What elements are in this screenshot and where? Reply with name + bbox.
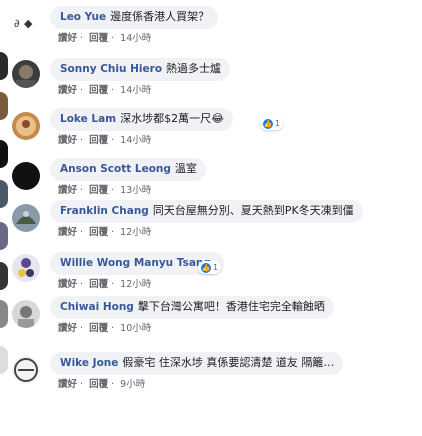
reply-link[interactable]: 回覆: [89, 279, 108, 290]
comment-actions: 讚好 · 回覆 · 10小時: [58, 323, 152, 334]
avatar-image: [18, 258, 34, 277]
comment-bubble: Chiwai Hong 擊下台灣公寓吧！香港住宅完全輸蝕晒: [50, 296, 334, 319]
comment-bubble: Wike Jone 假豪宅 住深水埗 真係要認清楚 道友 隔籬…: [50, 352, 344, 375]
comment-time[interactable]: 14小時: [120, 33, 151, 44]
comment-author[interactable]: Leo Yue: [60, 11, 106, 23]
reply-link[interactable]: 回覆: [89, 85, 108, 96]
comment-author[interactable]: Anson Scott Leong: [60, 163, 171, 175]
like-link[interactable]: 讚好: [58, 379, 77, 390]
avatar[interactable]: [12, 204, 40, 232]
reaction-count: 1: [213, 263, 219, 272]
avatar[interactable]: [12, 162, 40, 190]
avatar-image: [14, 358, 38, 382]
reply-link[interactable]: 回覆: [89, 227, 108, 238]
comment-actions: 讚好 · 回覆 · 13小時: [58, 185, 152, 196]
comment-time[interactable]: 12小時: [120, 279, 151, 290]
reply-link[interactable]: 回覆: [89, 135, 108, 146]
comment-thread: ∂ ◆ Leo Yue 邊度係香港人買架？ 讚好 · 回覆 · 14小時 Sonny …: [0, 0, 422, 436]
svg-text:∂: ∂: [14, 17, 20, 30]
comment-text: 溫室: [174, 162, 197, 175]
svg-text:◆: ◆: [24, 17, 33, 30]
avatar-image: [16, 211, 36, 224]
avatar[interactable]: ∂ ◆: [12, 10, 40, 38]
reaction-badge[interactable]: 👍 1: [198, 261, 222, 274]
comment-actions: 讚好 · 回覆 · 14小時: [58, 33, 152, 44]
comment-actions: 讚好 · 回覆 · 12小時: [58, 227, 152, 238]
comment-time[interactable]: 10小時: [120, 323, 151, 334]
comment-text: 深水埗都$2萬一尺😂: [120, 112, 224, 125]
reaction-count: 1: [275, 119, 281, 128]
comment-text: 假豪宅 住深水埗 真係要認清楚 道友 隔籬…: [122, 356, 335, 369]
comment-time[interactable]: 13小時: [120, 185, 151, 196]
reply-link[interactable]: 回覆: [89, 33, 108, 44]
comment-author[interactable]: Wike Jone: [60, 357, 118, 369]
comment-text: 同天台屋無分別、夏天熱到PK冬天凍到僵: [152, 204, 354, 217]
comment-author[interactable]: Loke Lam: [60, 113, 116, 125]
comment-bubble: Anson Scott Leong 溫室: [50, 158, 206, 181]
avatar-image: ∂ ◆: [14, 17, 33, 30]
avatar[interactable]: [12, 60, 40, 88]
avatar-image: [16, 65, 36, 88]
comment-author[interactable]: Chiwai Hong: [60, 301, 134, 313]
like-link[interactable]: 讚好: [58, 85, 77, 96]
avatar[interactable]: [12, 112, 40, 140]
comment-text: 熱過多士爐: [166, 62, 222, 75]
like-link[interactable]: 讚好: [58, 185, 77, 196]
avatar-image: [18, 306, 34, 328]
comment-time[interactable]: 9小時: [120, 379, 145, 390]
comment-actions: 讚好 · 回覆 · 14小時: [58, 135, 152, 146]
comment-text: 擊下台灣公寓吧！香港住宅完全輸蝕晒: [137, 300, 325, 313]
like-link[interactable]: 讚好: [58, 279, 77, 290]
comment-author[interactable]: Sonny Chiu Hiero: [60, 63, 162, 75]
reply-link[interactable]: 回覆: [89, 185, 108, 196]
like-link[interactable]: 讚好: [58, 227, 77, 238]
comment-bubble: Loke Lam 深水埗都$2萬一尺😂: [50, 108, 233, 131]
avatar[interactable]: [12, 300, 40, 328]
avatar[interactable]: [12, 254, 40, 282]
avatar-image: [16, 116, 36, 136]
avatar[interactable]: [12, 356, 40, 384]
comment-bubble: Sonny Chiu Hiero 熱過多士爐: [50, 58, 231, 81]
comment-time[interactable]: 14小時: [120, 85, 151, 96]
comment-actions: 讚好 · 回覆 · 12小時: [58, 279, 152, 290]
reaction-badge[interactable]: 👍 1: [260, 117, 284, 130]
comment-bubble: Franklin Chang 同天台屋無分別、夏天熱到PK冬天凍到僵: [50, 200, 363, 223]
comment-bubble: Leo Yue 邊度係香港人買架？: [50, 6, 219, 29]
comment-author[interactable]: Franklin Chang: [60, 205, 149, 217]
comment-actions: 讚好 · 回覆 · 14小時: [58, 85, 152, 96]
reply-link[interactable]: 回覆: [89, 379, 108, 390]
comment-actions: 讚好 · 回覆 · 9小時: [58, 379, 146, 390]
comment-text: 邊度係香港人買架？: [110, 10, 210, 23]
like-reaction-icon: 👍: [201, 262, 211, 273]
comment-author[interactable]: Willie Wong Manyu Tsang: [60, 257, 211, 269]
like-reaction-icon: 👍: [263, 118, 273, 129]
comment-time[interactable]: 14小時: [120, 135, 151, 146]
like-link[interactable]: 讚好: [58, 135, 77, 146]
comment-time[interactable]: 12小時: [120, 227, 151, 238]
like-link[interactable]: 讚好: [58, 33, 77, 44]
reply-link[interactable]: 回覆: [89, 323, 108, 334]
like-link[interactable]: 讚好: [58, 323, 77, 334]
